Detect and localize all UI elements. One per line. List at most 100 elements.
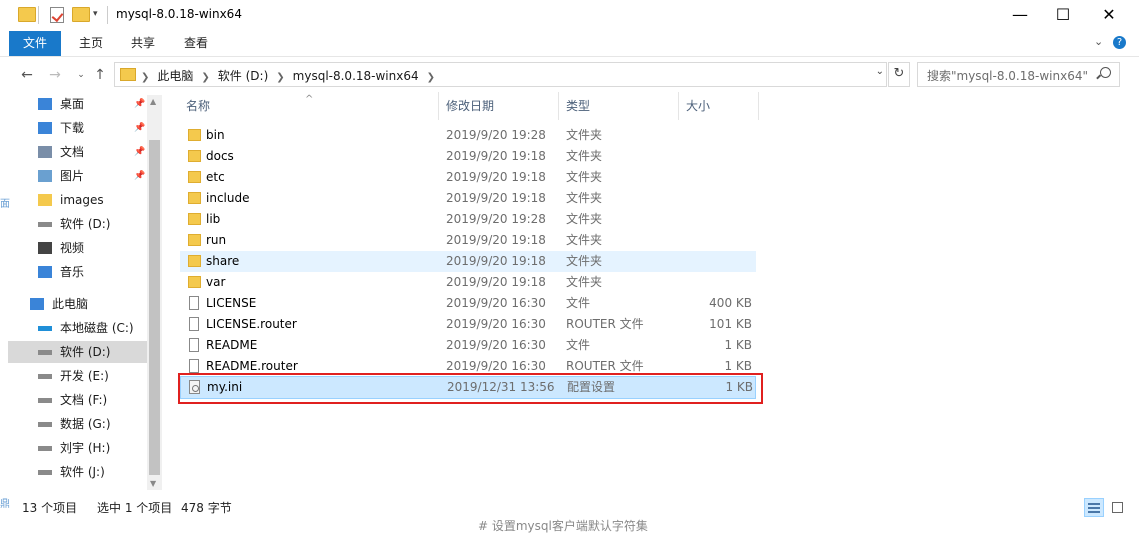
nav-item[interactable]: 桌面 📌 (8, 93, 147, 115)
recent-locations-icon[interactable]: ⌄ (71, 64, 91, 86)
nav-item[interactable]: 音乐 (8, 261, 147, 283)
scrollbar-thumb[interactable] (149, 140, 160, 475)
tab-file[interactable]: 文件 (9, 31, 62, 56)
selection-size: 478 字节 (181, 501, 232, 515)
column-name-header[interactable]: 名称 ^ (180, 92, 439, 120)
expand-ribbon-icon[interactable]: ⌄ (1094, 35, 1103, 48)
nav-item-label: 桌面 (60, 97, 85, 111)
file-row[interactable]: lib 2019/9/20 19:28 文件夹 (180, 209, 756, 230)
up-arrow-icon[interactable]: ↑ (90, 64, 110, 86)
file-row[interactable]: README 2019/9/20 16:30 文件 1 KB (180, 335, 756, 356)
nav-item[interactable]: 软件 (J:) (8, 461, 147, 483)
scroll-down-icon[interactable]: ▼ (150, 479, 156, 488)
file-row[interactable]: include 2019/9/20 19:18 文件夹 (180, 188, 756, 209)
large-icons-view-button[interactable] (1108, 498, 1128, 517)
nav-item[interactable]: 文档 (F:) (8, 389, 147, 411)
file-name: README (206, 338, 258, 352)
file-icon (189, 296, 199, 310)
forward-arrow-icon[interactable]: → (45, 64, 65, 86)
address-bar[interactable]: ❯ 此电脑 ❯ 软件 (D:) ❯ mysql-8.0.18-winx64 ❯ ⌄ (114, 62, 887, 87)
file-type: 文件夹 (566, 128, 603, 142)
chevron-right-icon[interactable]: ❯ (193, 72, 217, 83)
column-type-label: 类型 (566, 99, 591, 113)
file-name: run (206, 233, 227, 247)
selection-count: 选中 1 个项目 (97, 501, 173, 515)
file-row[interactable]: bin 2019/9/20 19:28 文件夹 (180, 125, 756, 146)
nav-item[interactable]: 文档 📌 (8, 141, 147, 163)
maximize-button[interactable]: ☐ (1040, 0, 1086, 31)
file-row[interactable]: etc 2019/9/20 19:18 文件夹 (180, 167, 756, 188)
nav-item[interactable]: 本地磁盘 (C:) (8, 317, 147, 339)
nav-item[interactable]: 下载 📌 (8, 117, 147, 139)
breadcrumb-drive-d[interactable]: 软件 (D:) (218, 69, 268, 83)
nav-item[interactable]: 视频 (8, 237, 147, 259)
pin-icon[interactable]: 📌 (134, 165, 145, 187)
background-text: # 设置mysql客户端默认字符集 (478, 519, 648, 533)
column-type-header[interactable]: 类型 (560, 92, 679, 120)
tab-view[interactable]: 查看 (170, 31, 222, 56)
refresh-button[interactable]: ↻ (888, 62, 910, 87)
column-size-header[interactable]: 大小 (680, 92, 759, 120)
breadcrumb-mysql[interactable]: mysql-8.0.18-winx64 (293, 69, 419, 83)
pin-icon[interactable]: 📌 (134, 117, 145, 139)
breadcrumb: ❯ 此电脑 ❯ 软件 (D:) ❯ mysql-8.0.18-winx64 ❯ (141, 67, 443, 84)
file-row[interactable]: docs 2019/9/20 19:18 文件夹 (180, 146, 756, 167)
search-input[interactable]: 搜索"mysql-8.0.18-winx64" (917, 62, 1120, 87)
back-arrow-icon[interactable]: ← (17, 64, 37, 86)
breadcrumb-this-pc[interactable]: 此电脑 (157, 69, 193, 83)
close-button[interactable]: ✕ (1086, 0, 1132, 31)
help-icon[interactable]: ? (1113, 36, 1126, 49)
drive-icon (38, 374, 52, 379)
new-folder-icon[interactable] (72, 7, 90, 22)
chevron-right-icon[interactable]: ❯ (419, 72, 443, 83)
minimize-button[interactable]: — (997, 0, 1043, 31)
details-view-button[interactable] (1084, 498, 1104, 517)
nav-scrollbar[interactable]: ▲ ▼ (147, 95, 162, 490)
address-dropdown-icon[interactable]: ⌄ (876, 66, 884, 77)
sort-ascending-icon: ^ (305, 94, 314, 105)
edge-mark: 鼎 (0, 499, 10, 510)
tab-home[interactable]: 主页 (65, 31, 117, 56)
file-row[interactable]: LICENSE.router 2019/9/20 16:30 ROUTER 文件 10… (180, 314, 756, 335)
title-bar: ▾ mysql-8.0.18-winx64 — ☐ ✕ (0, 0, 1139, 31)
nav-item[interactable]: 此电脑 (8, 293, 147, 315)
file-name: var (206, 275, 226, 289)
chevron-right-icon[interactable]: ❯ (141, 72, 157, 83)
nav-item[interactable]: 软件 (D:) (8, 341, 147, 363)
computer-icon (30, 298, 44, 310)
nav-item-label: 软件 (D:) (60, 345, 111, 359)
file-row[interactable]: var 2019/9/20 19:18 文件夹 (180, 272, 756, 293)
file-row[interactable]: run 2019/9/20 19:18 文件夹 (180, 230, 756, 251)
pin-icon[interactable]: 📌 (134, 93, 145, 115)
file-name: include (206, 191, 250, 205)
file-size: 1 KB (724, 338, 752, 352)
nav-item[interactable]: 刘宇 (H:) (8, 437, 147, 459)
file-date: 2019/9/20 16:30 (446, 338, 546, 352)
scroll-up-icon[interactable]: ▲ (150, 97, 156, 106)
nav-item-label: 音乐 (60, 265, 85, 279)
file-icon (189, 317, 199, 331)
column-date-header[interactable]: 修改日期 (440, 92, 559, 120)
column-size-label: 大小 (686, 99, 711, 113)
file-row[interactable]: LICENSE 2019/9/20 16:30 文件 400 KB (180, 293, 756, 314)
nav-item[interactable]: 软件 (D:) (8, 213, 147, 235)
properties-icon[interactable] (50, 7, 64, 23)
nav-item[interactable]: 图片 📌 (8, 165, 147, 187)
pin-icon[interactable]: 📌 (134, 141, 145, 163)
file-list: 名称 ^ 修改日期 类型 大小 bin 2019/9/20 19:28 文件夹 doc… (180, 92, 770, 412)
chevron-right-icon[interactable]: ❯ (268, 72, 292, 83)
nav-item[interactable]: 开发 (E:) (8, 365, 147, 387)
nav-item[interactable]: 数据 (G:) (8, 413, 147, 435)
nav-item-label: 视频 (60, 241, 85, 255)
folder-icon (38, 194, 52, 206)
status-bar: 13 个项目 选中 1 个项目 478 字节 (0, 497, 1139, 519)
quick-access-dropdown-icon[interactable]: ▾ (93, 9, 98, 19)
file-name: share (206, 254, 240, 268)
search-icon[interactable] (1100, 67, 1111, 78)
nav-item[interactable]: images (8, 189, 147, 211)
highlight-annotation (178, 373, 763, 404)
file-type: 文件夹 (566, 212, 603, 226)
file-row[interactable]: share 2019/9/20 19:18 文件夹 (180, 251, 756, 272)
tab-share[interactable]: 共享 (117, 31, 169, 56)
file-name: lib (206, 212, 221, 226)
